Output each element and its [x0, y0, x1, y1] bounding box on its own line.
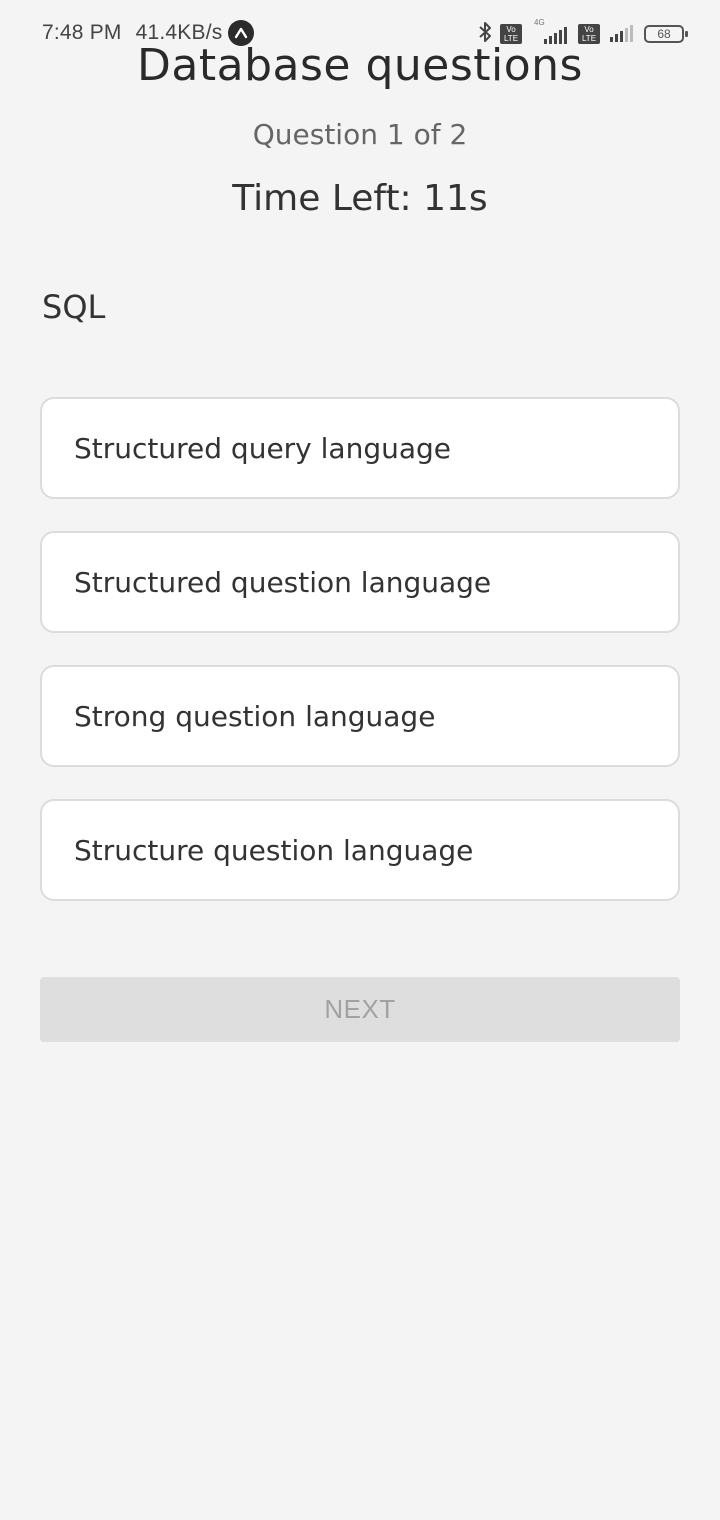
question-text: SQL	[42, 288, 106, 326]
answer-option-4[interactable]: Structure question language	[40, 799, 680, 901]
answer-option-1[interactable]: Structured query language	[40, 397, 680, 499]
timer-label: Time Left: 11s	[232, 178, 488, 219]
answer-option-3[interactable]: Strong question language	[40, 665, 680, 767]
answer-option-label: Strong question language	[74, 699, 436, 733]
question-counter: Question 1 of 2	[252, 118, 468, 151]
volte-label-top: Vo	[506, 25, 516, 34]
quiz-title: Database questions	[137, 40, 583, 91]
answer-option-label: Structured query language	[74, 431, 452, 465]
quiz-screen: 7:48 PM 41.4KB/s Vo LTE 4G Vo LTE 68 Dat…	[0, 0, 720, 1520]
volte2-label-top: Vo	[584, 25, 594, 34]
next-button[interactable]: NEXT	[40, 977, 680, 1042]
battery-level: 68	[657, 27, 671, 41]
answer-option-2[interactable]: Structured question language	[40, 531, 680, 633]
answer-option-label: Structure question language	[74, 833, 474, 867]
answer-options: Structured query language Structured que…	[40, 397, 680, 933]
answer-option-label: Structured question language	[74, 565, 492, 599]
